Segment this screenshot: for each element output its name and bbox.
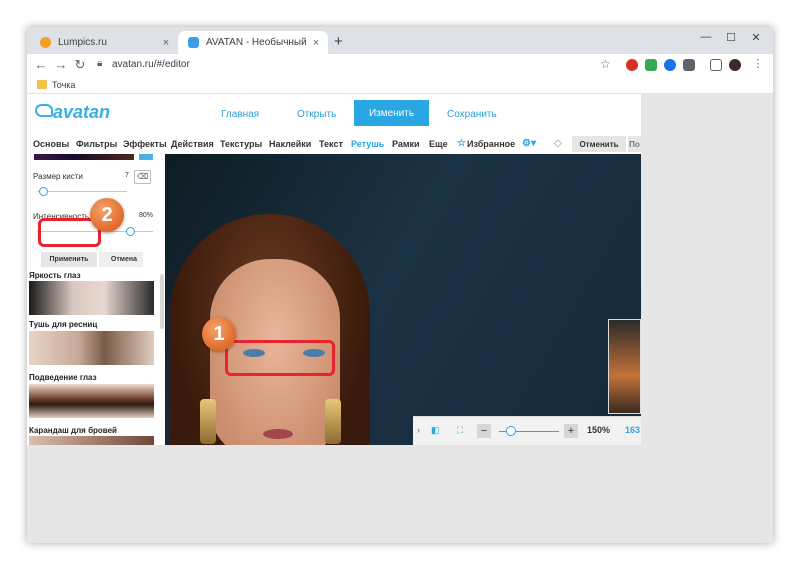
nav-home[interactable]: Главная xyxy=(221,109,259,120)
tab-avatan[interactable]: AVATAN - Необычный Фоторед × xyxy=(178,31,328,54)
nav-open[interactable]: Открыть xyxy=(297,109,336,120)
menu-favorites[interactable]: Избранное xyxy=(467,139,515,149)
tools-menu: Основы Фильтры Эффекты Действия Текстуры… xyxy=(27,134,641,154)
photo-earring-right xyxy=(325,399,341,444)
avatan-logo-icon xyxy=(35,104,53,117)
zoom-slider-knob[interactable] xyxy=(506,426,516,436)
panel-scrollbar[interactable] xyxy=(160,274,164,329)
eyeliner-thumbnail[interactable] xyxy=(29,384,154,418)
page-background-bottom xyxy=(27,445,641,543)
menu-more[interactable]: Еще xyxy=(429,139,448,149)
extension-check-icon[interactable] xyxy=(645,59,657,71)
nav-save[interactable]: Сохранить xyxy=(447,109,497,120)
back-arrow-icon[interactable]: ← xyxy=(33,57,49,72)
apply-button[interactable]: Применить xyxy=(41,252,97,267)
bookmark-item[interactable]: Точка xyxy=(52,80,75,90)
favorites-star-icon[interactable]: ☆ xyxy=(457,138,466,149)
lumpics-favicon-icon xyxy=(40,37,51,48)
profile-avatar[interactable] xyxy=(729,59,741,71)
color-palette[interactable] xyxy=(34,154,134,160)
section-brow-pencil[interactable]: Карандаш для бровей xyxy=(29,426,117,435)
reload-icon[interactable]: ↻ xyxy=(72,57,88,73)
fit-screen-icon[interactable]: ⛶ xyxy=(457,425,463,436)
close-window-button[interactable]: ✕ xyxy=(746,31,766,44)
intensity-slider-knob[interactable] xyxy=(125,227,135,236)
collapse-chevron-icon[interactable]: › xyxy=(417,425,420,435)
apply-top-button[interactable]: По xyxy=(628,136,641,152)
cancel-panel-button[interactable]: Отмена xyxy=(99,252,143,267)
menu-effects[interactable]: Эффекты xyxy=(123,139,167,149)
menu-retouch[interactable]: Ретушь xyxy=(351,139,384,149)
extension-record-icon[interactable] xyxy=(626,59,638,71)
zoom-bar: › ◧ ⛶ − + 150% 163 xyxy=(413,416,641,445)
page-background-right xyxy=(641,94,773,543)
menu-stickers[interactable]: Наклейки xyxy=(269,139,311,149)
zoom-in-button[interactable]: + xyxy=(564,424,578,438)
tab-title: Lumpics.ru xyxy=(58,37,107,48)
logo[interactable]: avatan xyxy=(53,102,110,123)
eye-brightness-thumbnail[interactable] xyxy=(29,281,154,315)
retouch-panel: Размер кисти 7 ⌫ Интенсивность 80% Приме… xyxy=(27,154,165,445)
zoom-level: 150% xyxy=(587,425,611,435)
cancel-button[interactable]: Отменить xyxy=(572,136,626,152)
tab-title: AVATAN - Необычный Фоторед xyxy=(206,37,308,48)
zoom-extra-value: 163 xyxy=(625,425,641,435)
reading-list-icon[interactable] xyxy=(710,59,722,71)
eraser-icon[interactable]: ⌫ xyxy=(134,170,151,184)
step-badge-2: 2 xyxy=(90,198,124,232)
extension-globe-icon[interactable] xyxy=(664,59,676,71)
layers-icon[interactable]: ◇ xyxy=(554,138,562,149)
menu-dots-icon[interactable]: ⋮ xyxy=(750,57,766,70)
browser-window: Lumpics.ru × AVATAN - Необычный Фоторед … xyxy=(27,27,773,543)
navigator-preview[interactable] xyxy=(608,319,641,414)
photo-earring-left xyxy=(200,399,216,444)
extension-puzzle-icon[interactable] xyxy=(683,59,695,71)
color-swatch[interactable] xyxy=(139,154,153,160)
browser-toolbar: ← → ↻ 🔒︎ avatan.ru/#/editor ☆ ⋮ xyxy=(27,54,773,77)
lock-icon[interactable]: 🔒︎ xyxy=(97,58,102,69)
tab-close-icon[interactable]: × xyxy=(308,37,324,49)
settings-gear-icon[interactable]: ⚙▾ xyxy=(522,138,536,149)
nav-edit[interactable]: Изменить xyxy=(354,100,429,126)
avatan-editor: avatan Главная Открыть Изменить Сохранит… xyxy=(27,94,641,445)
section-eyeliner[interactable]: Подведение глаз xyxy=(29,373,97,382)
tab-strip: Lumpics.ru × AVATAN - Необычный Фоторед … xyxy=(27,27,773,54)
bookmarks-bar: Точка xyxy=(27,77,773,94)
menu-actions[interactable]: Действия xyxy=(171,139,214,149)
brush-size-value: 7 xyxy=(125,172,129,179)
avatan-favicon-icon xyxy=(188,37,199,48)
compare-icon[interactable]: ◧ xyxy=(431,425,440,436)
forward-arrow-icon[interactable]: → xyxy=(53,57,69,72)
zoom-out-button[interactable]: − xyxy=(477,424,491,438)
new-tab-button[interactable]: + xyxy=(334,33,343,50)
address-bar[interactable]: avatan.ru/#/editor xyxy=(112,59,190,70)
minimize-button[interactable]: — xyxy=(696,31,716,43)
maximize-button[interactable]: ☐ xyxy=(721,31,741,44)
menu-text[interactable]: Текст xyxy=(319,139,343,149)
menu-textures[interactable]: Текстуры xyxy=(220,139,262,149)
photo-lips xyxy=(263,429,293,439)
eyes-highlight xyxy=(225,340,335,376)
menu-filters[interactable]: Фильтры xyxy=(76,139,117,149)
brush-size-slider-knob[interactable] xyxy=(39,187,49,196)
tab-lumpics[interactable]: Lumpics.ru × xyxy=(30,31,178,54)
section-eye-brightness[interactable]: Яркость глаз xyxy=(29,271,81,280)
intensity-value: 80% xyxy=(139,212,154,219)
brow-pencil-thumbnail[interactable] xyxy=(29,436,154,445)
section-mascara[interactable]: Тушь для ресниц xyxy=(29,320,97,329)
tab-close-icon[interactable]: × xyxy=(158,37,174,49)
brush-size-slider[interactable] xyxy=(37,191,127,192)
folder-icon xyxy=(37,80,47,89)
bookmark-star-icon[interactable]: ☆ xyxy=(600,57,611,71)
menu-basics[interactable]: Основы xyxy=(33,139,69,149)
step-badge-1: 1 xyxy=(202,317,236,351)
brush-size-label: Размер кисти xyxy=(33,172,83,181)
mascara-thumbnail[interactable] xyxy=(29,331,154,365)
menu-frames[interactable]: Рамки xyxy=(392,139,420,149)
photo-canvas[interactable]: › ◧ ⛶ − + 150% 163 xyxy=(165,154,641,445)
